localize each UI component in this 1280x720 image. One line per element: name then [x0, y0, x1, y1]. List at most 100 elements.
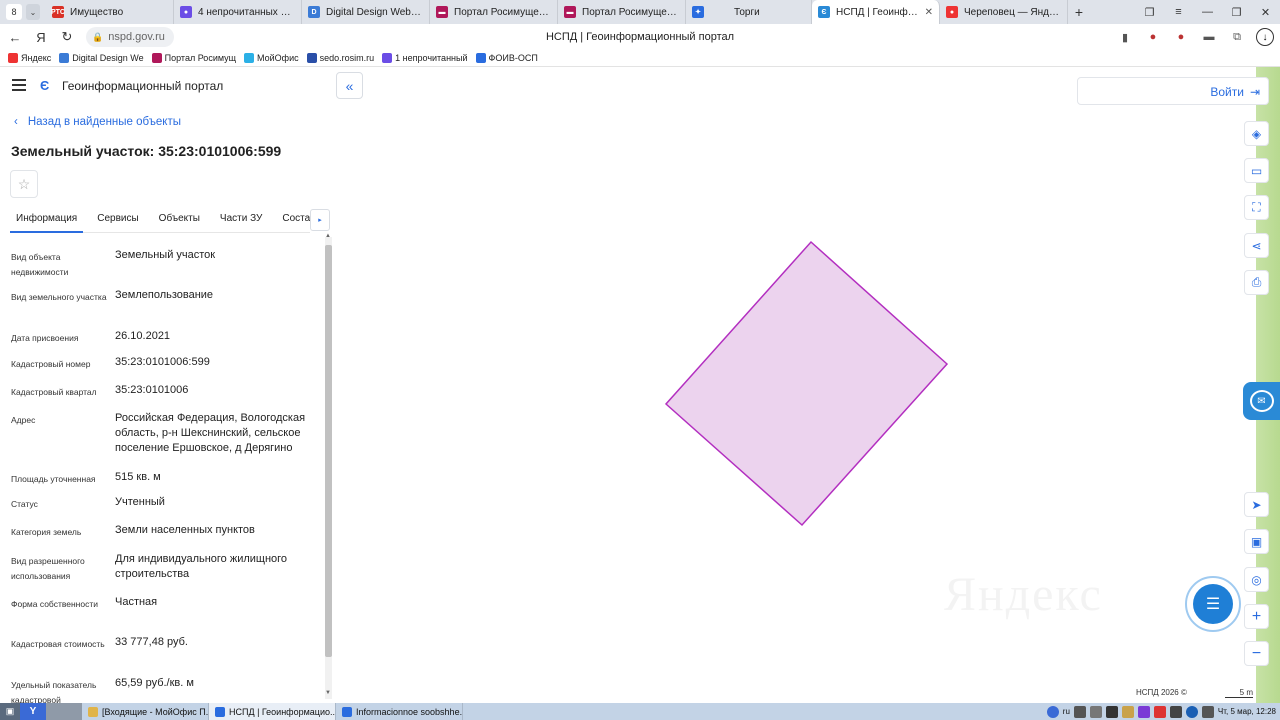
- zoom-out-icon[interactable]: −: [1244, 641, 1269, 666]
- chevron-left-icon: ‹: [14, 116, 18, 128]
- tabs-scroll-right-icon[interactable]: ▸: [310, 209, 330, 231]
- clock[interactable]: Чт, 5 мар, 12:28: [1218, 707, 1276, 716]
- bookmark-label: 1 непрочитанный: [395, 53, 468, 63]
- feedback-side-button[interactable]: ✉: [1243, 382, 1280, 420]
- bookmark-item[interactable]: ФОИВ-ОСП: [475, 53, 538, 63]
- download-icon[interactable]: ↓: [1256, 28, 1274, 46]
- extensions-icon[interactable]: ⧉: [1228, 28, 1246, 46]
- folder-icon[interactable]: [1121, 705, 1134, 718]
- print-icon[interactable]: ⎙: [1244, 270, 1269, 295]
- tabs-dropdown-icon[interactable]: ⌄: [26, 4, 40, 20]
- browser-tab[interactable]: РТС Имущество: [46, 0, 174, 24]
- menu-icon[interactable]: ≡: [1164, 6, 1193, 18]
- tab-services[interactable]: Сервисы: [91, 207, 144, 233]
- close-window-icon[interactable]: ✕: [1251, 6, 1280, 19]
- scroll-down-icon[interactable]: ▼: [325, 690, 331, 696]
- keyboard-icon[interactable]: [1073, 705, 1086, 718]
- bookmark-item[interactable]: Digital Design We: [59, 53, 144, 63]
- zoom-in-icon[interactable]: +: [1244, 604, 1269, 629]
- bookmark-item[interactable]: МойОфис: [244, 53, 299, 63]
- minimize-icon[interactable]: —: [1193, 6, 1222, 18]
- scroll-up-icon[interactable]: ▲: [325, 233, 331, 239]
- portal-title: Геоинформационный портал: [62, 79, 224, 93]
- browser-tab[interactable]: ● Череповец — Яндекс Ка: [940, 0, 1068, 24]
- extension-icon[interactable]: ●: [1144, 28, 1162, 46]
- select-area-icon[interactable]: ⛶: [1244, 195, 1269, 220]
- tab-objects[interactable]: Объекты: [153, 207, 206, 233]
- map-canvas[interactable]: Яндекс: [334, 67, 1280, 703]
- tabs-overview-icon[interactable]: ❐: [1135, 6, 1164, 19]
- info-panel: Є Геоинформационный портал ‹ Назад в най…: [0, 67, 334, 703]
- tab-information[interactable]: Информация: [10, 207, 84, 233]
- restore-icon[interactable]: ❐: [1222, 6, 1251, 19]
- window-controls: ❐ ≡ — ❐ ✕: [1135, 0, 1280, 24]
- favorite-star-icon[interactable]: ☆: [10, 170, 38, 198]
- browser-tabstrip: 8 ⌄ РТС Имущество ● 4 непрочитанных чата…: [0, 0, 1280, 24]
- chat-icon: ✉: [1249, 390, 1274, 412]
- url-field[interactable]: 🔒 nspd.gov.ru: [86, 27, 174, 47]
- share-icon[interactable]: ⋖: [1244, 233, 1269, 258]
- volume-icon[interactable]: [1089, 705, 1102, 718]
- torgi-icon: ✦: [692, 6, 704, 18]
- tab-counter[interactable]: 8: [6, 4, 22, 20]
- minimap-icon[interactable]: ▣: [1244, 529, 1269, 554]
- yandex-icon[interactable]: Я: [30, 30, 52, 45]
- taskbar-item-active[interactable]: НСПД | Геоинформацио...: [209, 703, 336, 720]
- reload-icon[interactable]: ↻: [56, 29, 78, 45]
- browser-tab-label: Портал Росимущества: [454, 6, 551, 18]
- property-value: 65,59 руб./кв. м: [115, 677, 194, 689]
- extension-icon[interactable]: ●: [1172, 28, 1190, 46]
- browser-tab[interactable]: ▬ Портал Росимущества: [558, 0, 686, 24]
- login-icon: ⇥: [1249, 85, 1260, 99]
- yandex-icon[interactable]: [1046, 705, 1059, 718]
- bookmark-item[interactable]: Яндекс: [8, 53, 51, 63]
- extension-icon[interactable]: ▬: [1200, 28, 1218, 46]
- bookmark-item[interactable]: Портал Росимущ: [151, 53, 237, 63]
- property-label: Площадь уточненная: [11, 474, 96, 484]
- hp-icon[interactable]: [1185, 705, 1198, 718]
- bookmark-item[interactable]: 1 непрочитанный: [382, 53, 468, 63]
- taskbar-item[interactable]: [Входящие - МойОфис П...: [82, 703, 209, 720]
- ruler-icon[interactable]: ▭: [1244, 158, 1269, 183]
- yandex-browser-icon[interactable]: Y: [20, 703, 46, 720]
- hamburger-menu-icon[interactable]: [12, 79, 26, 91]
- app-icon[interactable]: [1137, 705, 1150, 718]
- back-icon[interactable]: ←: [4, 30, 26, 45]
- browser-tab[interactable]: ✦ Торги: [686, 0, 812, 24]
- browser-tab[interactable]: ▬ Портал Росимущества: [430, 0, 558, 24]
- browser-tab-active[interactable]: Є НСПД | Геоинформацио ✕: [812, 0, 940, 24]
- back-to-results-link[interactable]: ‹ Назад в найденные объекты: [14, 116, 181, 128]
- property-value: Земельный участок: [115, 249, 216, 261]
- close-tab-icon[interactable]: ✕: [925, 7, 933, 18]
- property-value: Учтенный: [115, 496, 165, 508]
- layers-icon[interactable]: ◈: [1244, 121, 1269, 146]
- collapse-panel-icon[interactable]: «: [336, 72, 363, 99]
- mail-icon: [88, 706, 98, 717]
- taskbar-item[interactable]: Informacionnoe soobshhe...: [336, 703, 463, 720]
- display-icon[interactable]: [1201, 705, 1214, 718]
- geolocation-icon[interactable]: ➤: [1244, 492, 1269, 517]
- bookmark-label: ФОИВ-ОСП: [488, 53, 538, 63]
- chat-icon: ●: [180, 6, 192, 18]
- location-pin-icon[interactable]: ◎: [1244, 567, 1269, 592]
- tab-parts[interactable]: Части ЗУ: [214, 207, 268, 233]
- browser-tab[interactable]: ● 4 непрочитанных чата: [174, 0, 302, 24]
- login-label: Войти: [1210, 85, 1244, 99]
- property-label: Дата присвоения: [11, 333, 79, 343]
- printer-icon[interactable]: [1169, 705, 1182, 718]
- panel-scrollbar-thumb[interactable]: [325, 245, 332, 657]
- language-indicator[interactable]: ru: [1063, 707, 1070, 716]
- bookmarks-bar: Яндекс Digital Design We Портал Росимущ …: [0, 50, 1280, 67]
- new-tab-icon[interactable]: +: [1068, 0, 1090, 24]
- chat-assistant-button[interactable]: ☰: [1185, 576, 1241, 632]
- portal-logo-icon: Є: [40, 78, 50, 93]
- bookmark-item[interactable]: sedo.rosim.ru: [306, 53, 374, 63]
- bookmark-icon[interactable]: ▮: [1116, 28, 1134, 46]
- land-parcel-polygon[interactable]: [664, 240, 949, 527]
- app-icon[interactable]: [1153, 705, 1166, 718]
- start-menu-icon[interactable]: ▣: [0, 703, 20, 720]
- network-icon[interactable]: [1105, 705, 1118, 718]
- browser-tab[interactable]: D Digital Design Web Client: [302, 0, 430, 24]
- login-button[interactable]: Войти ⇥: [1210, 85, 1260, 99]
- bookmark-label: Портал Росимущ: [164, 53, 237, 63]
